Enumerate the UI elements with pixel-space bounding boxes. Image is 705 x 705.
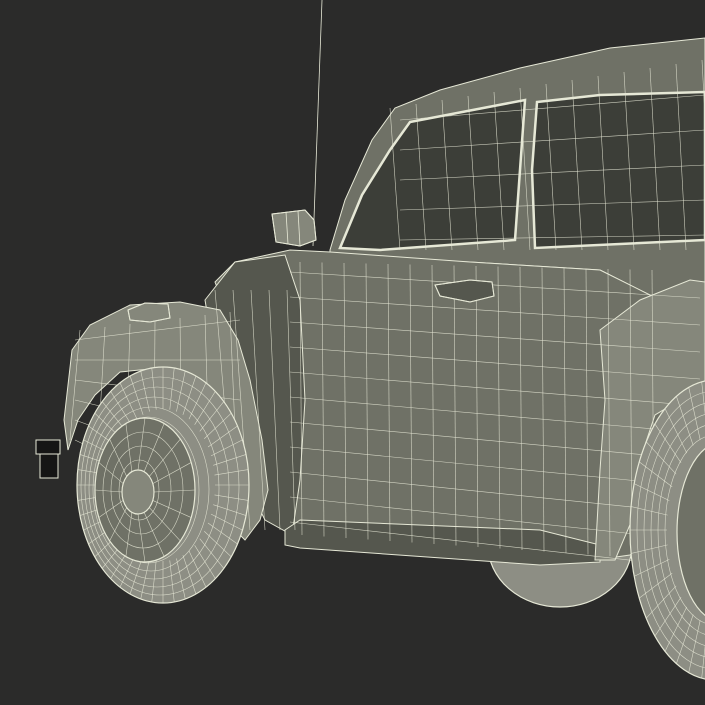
front-wheel bbox=[76, 366, 250, 604]
side-mirror bbox=[271, 209, 317, 247]
render-viewport bbox=[0, 0, 705, 705]
front-bumper bbox=[35, 439, 61, 479]
car-wireframe bbox=[0, 0, 705, 705]
